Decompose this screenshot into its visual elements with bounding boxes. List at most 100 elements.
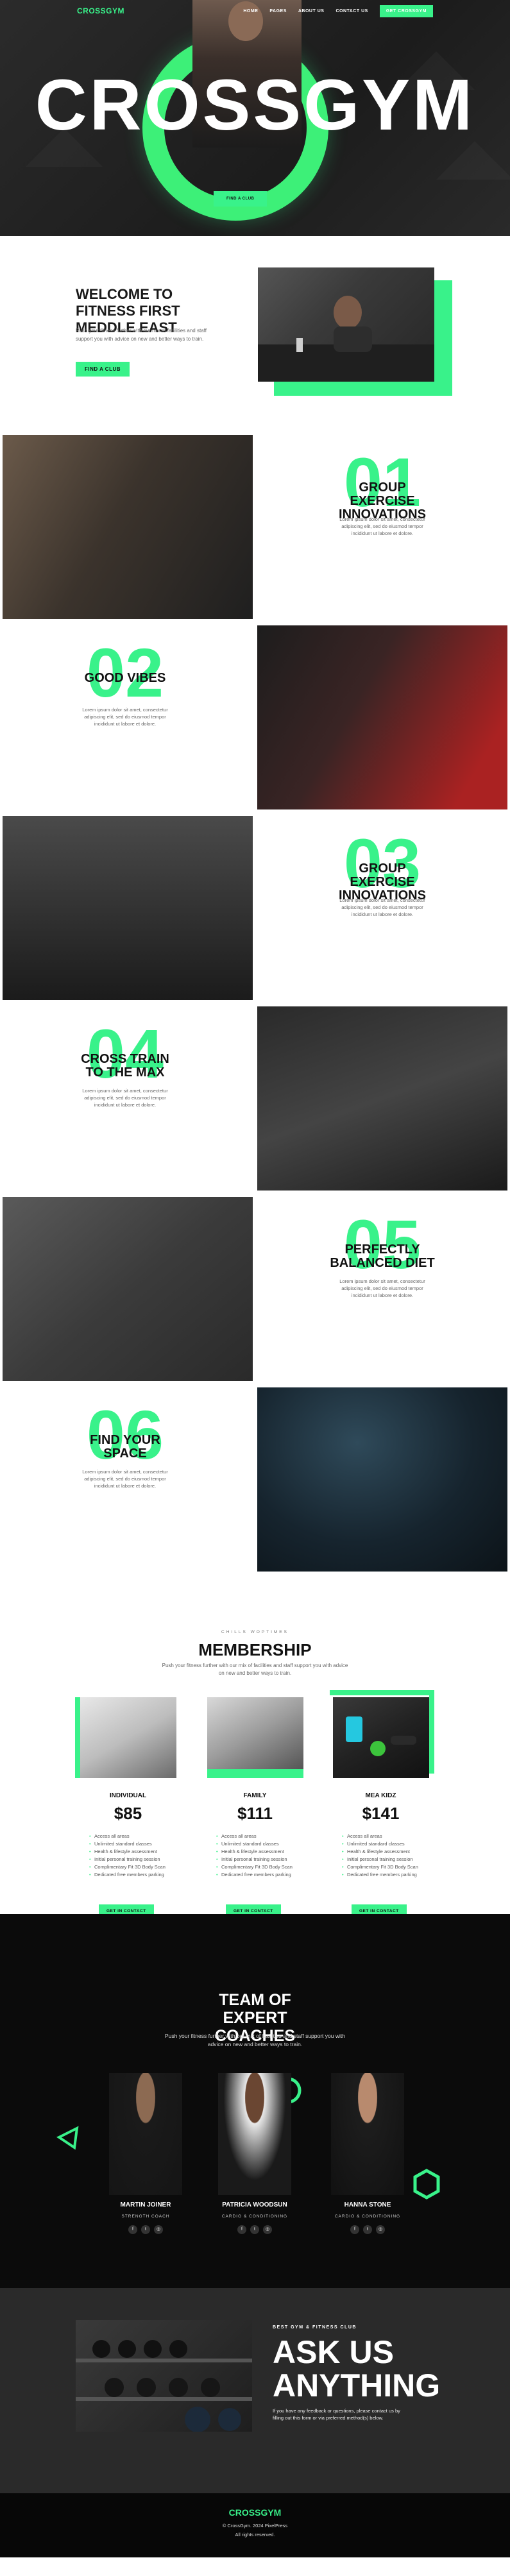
feature-text: Lorem ipsum dolor sit amet, consectetur … [82, 1469, 168, 1489]
plan-feature: Complimentary Fit 3D Body Scan [216, 1863, 300, 1870]
twitter-icon[interactable]: t [363, 2225, 372, 2234]
footer-logo[interactable]: CROSSGYM [0, 2507, 510, 2518]
plan-card-family: FAMILY $111 Access all areas Unlimited s… [199, 1690, 311, 1918]
coach-card: MARTIN JOINER STRENGTH COACH f t ◎ [98, 2073, 194, 2246]
plan-feature: Initial personal training session [342, 1856, 425, 1863]
feature-row-5: 05 PERFECTLY BALANCED DIET Lorem ipsum d… [0, 1197, 510, 1387]
feature-row-6: 06 FIND YOUR SPACE Lorem ipsum dolor sit… [0, 1387, 510, 1578]
plan-price: $85 [114, 1804, 142, 1823]
coach-social: f t ◎ [207, 2225, 303, 2234]
instagram-icon[interactable]: ◎ [376, 2225, 385, 2234]
feature-row-1: 01 GROUP EXERCISE INNOVATIONS Lorem ipsu… [0, 435, 510, 625]
coach-photo [218, 2073, 291, 2195]
hero-find-club-button[interactable]: FIND A CLUB [214, 191, 268, 207]
coach-photo [109, 2073, 182, 2195]
feature-row-2: 02 GOOD VIBES Lorem ipsum dolor sit amet… [0, 625, 510, 816]
plan-card-individual: INDIVIDUAL $85 Access all areas Unlimite… [72, 1690, 184, 1918]
plan-feature: Health & lifestyle assessment [342, 1848, 425, 1855]
instagram-icon[interactable]: ◎ [263, 2225, 272, 2234]
feature-title: FIND YOUR SPACE [90, 1433, 160, 1461]
ask-section: BEST GYM & FITNESS CLUB ASK US ANYTHING … [0, 2288, 510, 2493]
plan-feature: Health & lifestyle assessment [89, 1848, 173, 1855]
plan-price: $111 [237, 1804, 273, 1823]
footer-rights: All rights reserved. [235, 2532, 275, 2538]
plan-card-kidz: MEA KIDZ $141 Access all areas Unlimited… [325, 1690, 437, 1918]
feature-block: 05 PERFECTLY BALANCED DIET Lorem ipsum d… [328, 1210, 437, 1338]
plan-features: Access all areas Unlimited standard clas… [216, 1833, 300, 1879]
plan-accent [75, 1697, 80, 1778]
feature-block: 02 GOOD VIBES Lorem ipsum dolor sit amet… [71, 638, 180, 767]
plan-feature: Initial personal training session [216, 1856, 300, 1863]
feature-text: Lorem ipsum dolor sit amet, consectetur … [339, 897, 425, 917]
coach-card: HANNA STONE CARDIO & CONDITIONING f t ◎ [319, 2073, 416, 2246]
hero-bg-shape [436, 141, 510, 180]
plan-feature: Dedicated free members parking [89, 1871, 173, 1878]
plan-feature: Access all areas [89, 1833, 173, 1840]
feature-text: Lorem ipsum dolor sit amet, consectetur … [339, 1278, 425, 1298]
nav-link-home[interactable]: HOME [243, 9, 258, 13]
coach-name: PATRICIA WOODSUN [222, 2201, 287, 2208]
plan-price: $141 [362, 1804, 400, 1823]
feature-image-crosstrain [257, 1006, 507, 1191]
nav-link-contact[interactable]: CONTACT US [336, 9, 368, 13]
coach-name: MARTIN JOINER [120, 2201, 171, 2208]
plan-name: INDIVIDUAL [109, 1792, 147, 1799]
coach-social: f t ◎ [319, 2225, 416, 2234]
plan-feature: Dedicated free members parking [342, 1871, 425, 1878]
footer-copyright: © CrossGym. 2024 PixelPress [222, 2523, 288, 2529]
facebook-icon[interactable]: f [128, 2225, 137, 2234]
nav-link-about[interactable]: ABOUT US [298, 9, 325, 13]
ask-image-kettlebells [76, 2320, 252, 2432]
feature-title: GOOD VIBES [84, 671, 166, 685]
feature-block: 01 GROUP EXERCISE INNOVATIONS Lorem ipsu… [328, 448, 437, 576]
twitter-icon[interactable]: t [250, 2225, 259, 2234]
instagram-icon[interactable]: ◎ [154, 2225, 163, 2234]
twitter-icon[interactable]: t [141, 2225, 150, 2234]
membership-section: CHILLS WOPTIMES MEMBERSHIP Push your fit… [0, 1578, 510, 1918]
plan-accent [330, 1690, 434, 1695]
coach-role: CARDIO & CONDITIONING [334, 2214, 401, 2219]
coach-card: PATRICIA WOODSUN CARDIO & CONDITIONING f… [207, 2073, 303, 2246]
coaches-text: Push your fitness further with our mix o… [165, 2033, 345, 2047]
site-logo[interactable]: CROSSGYM [77, 6, 124, 15]
welcome-image [258, 267, 434, 382]
facebook-icon[interactable]: f [237, 2225, 246, 2234]
plan-image [333, 1697, 429, 1778]
nav-link-pages[interactable]: PAGES [269, 9, 287, 13]
plan-feature: Initial personal training session [89, 1856, 173, 1863]
ask-text: If you have any feedback or questions, p… [273, 2408, 400, 2421]
welcome-text: Push your fitness further with our mix o… [76, 328, 207, 342]
feature-image-armwrestle [3, 435, 253, 619]
nav-cta-button[interactable]: GET CROSSGYM [379, 4, 433, 17]
plan-feature: Unlimited standard classes [89, 1840, 173, 1847]
feature-image-weightlift [3, 816, 253, 1000]
feature-text: Lorem ipsum dolor sit amet, consectetur … [82, 707, 168, 727]
feature-image-diet [3, 1197, 253, 1381]
plan-image [207, 1697, 303, 1769]
triangle-shape-icon [56, 2126, 79, 2150]
coach-social: f t ◎ [98, 2225, 194, 2234]
ask-title: ASK US ANYTHING [273, 2334, 441, 2403]
plan-features: Access all areas Unlimited standard clas… [342, 1833, 425, 1879]
feature-block: 03 GROUP EXERCISE INNOVATIONS Lorem ipsu… [328, 829, 437, 957]
membership-title: MEMBERSHIP [198, 1640, 312, 1659]
feature-image-ropes [257, 1387, 507, 1572]
plan-feature: Complimentary Fit 3D Body Scan [342, 1863, 425, 1870]
coach-role: STRENGTH COACH [121, 2214, 170, 2219]
plan-feature: Access all areas [216, 1833, 300, 1840]
feature-block: 04 CROSS TRAIN TO THE MAX Lorem ipsum do… [71, 1019, 180, 1148]
feature-row-3: 03 GROUP EXERCISE INNOVATIONS Lorem ipsu… [0, 816, 510, 1006]
plan-feature: Access all areas [342, 1833, 425, 1840]
nav-links: HOME PAGES ABOUT US CONTACT US GET CROSS… [243, 4, 433, 17]
plan-feature: Unlimited standard classes [342, 1840, 425, 1847]
welcome-find-club-button[interactable]: FIND A CLUB [76, 362, 130, 377]
site-footer: CROSSGYM © CrossGym. 2024 PixelPress All… [0, 2493, 510, 2557]
plan-feature: Health & lifestyle assessment [216, 1848, 300, 1855]
facebook-icon[interactable]: f [350, 2225, 359, 2234]
feature-block: 06 FIND YOUR SPACE Lorem ipsum dolor sit… [71, 1400, 180, 1529]
feature-image-cycling [257, 625, 507, 809]
hero-title: CROSSGYM [35, 65, 475, 145]
ask-kicker: BEST GYM & FITNESS CLUB [273, 2325, 357, 2330]
hero-section: CROSSGYM HOME PAGES ABOUT US CONTACT US … [0, 0, 510, 236]
membership-text: Push your fitness further with our mix o… [162, 1663, 348, 1676]
